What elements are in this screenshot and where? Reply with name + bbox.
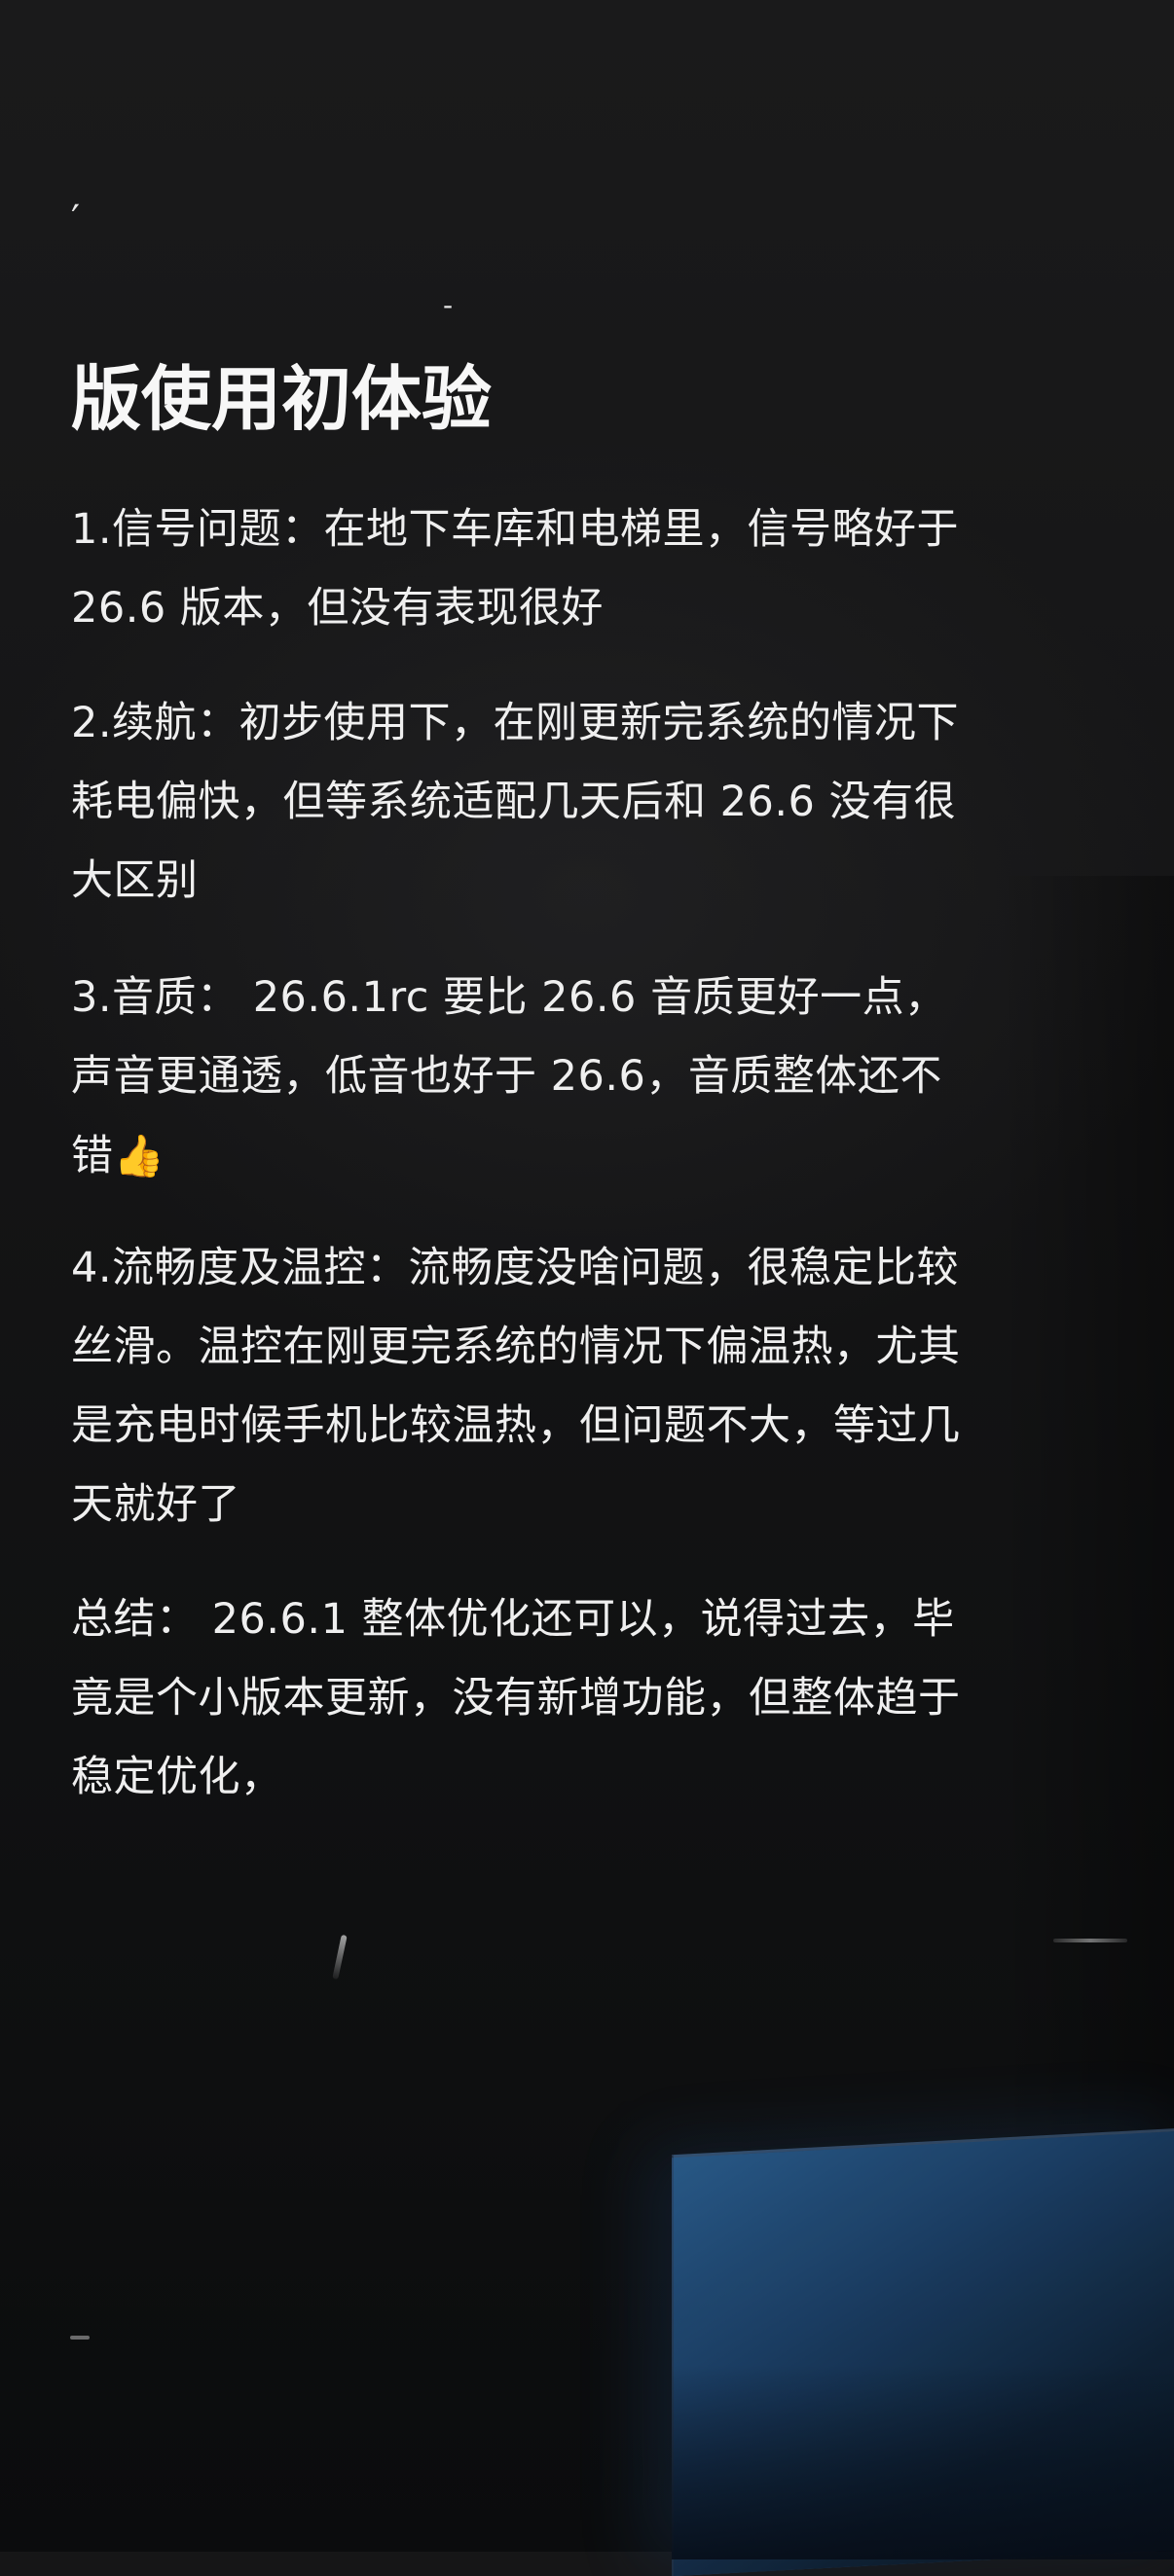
- paragraph-audio: 3.音质： 26.6.1rc 要比 26.6 音质更好一点，声音更通透，低音也好…: [71, 959, 976, 1196]
- thumbs-up-icon: 👍: [113, 1132, 165, 1179]
- paragraph-smoothness-thermal: 4.流畅度及温控：流畅度没啥问题，很稳定比较丝滑。温控在刚更完系统的情况下偏温热…: [71, 1244, 961, 1529]
- stray-mark-top: ′: [71, 198, 81, 242]
- background-highlight-edge: [70, 2336, 90, 2340]
- paragraph-battery: 2.续航：初步使用下，在刚更新完系统的情况下耗电偏快，但等系统适配几天后和 26…: [71, 699, 960, 905]
- post-title: 版使用初体验: [71, 358, 493, 440]
- stray-mark-mid: -: [443, 289, 454, 321]
- background-shadow: [999, 876, 1174, 2336]
- paragraph-signal: 1.信号问题：在地下车库和电梯里，信号略好于 26.6 版本，但没有表现很好: [71, 505, 960, 633]
- paragraph-summary: 总结： 26.6.1 整体优化还可以，说得过去，毕竟是个小版本更新，没有新增功能…: [71, 1595, 961, 1801]
- background-highlight-right: [1053, 1939, 1127, 1942]
- paragraph-audio-text: 3.音质： 26.6.1rc 要比 26.6 音质更好一点，声音更通透，低音也好…: [71, 973, 947, 1180]
- background-blue-object-shade: [672, 2365, 1174, 2559]
